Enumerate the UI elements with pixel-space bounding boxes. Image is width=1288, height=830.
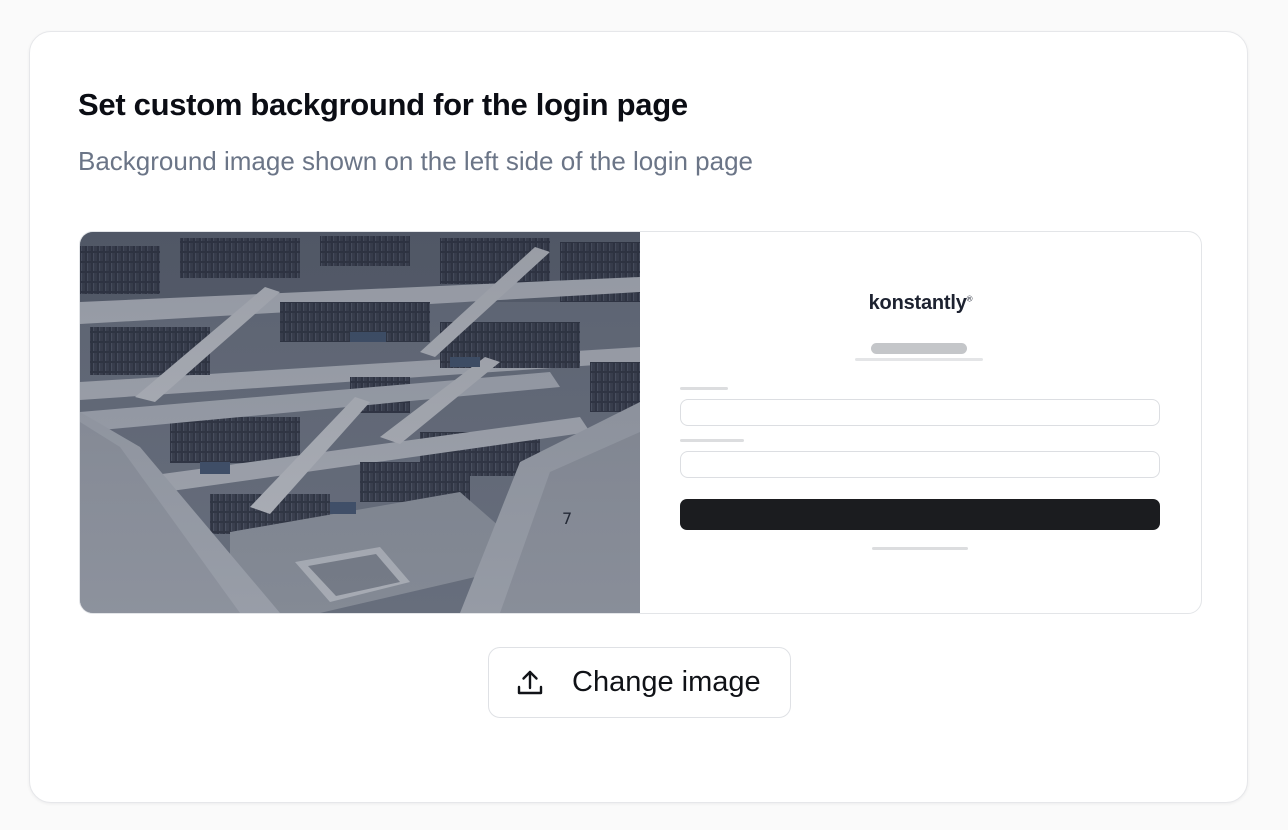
login-background-card: Set custom background for the login page…: [29, 31, 1248, 803]
login-form-mockup: konstantly®: [640, 232, 1201, 613]
heading-placeholder: [871, 343, 967, 354]
input-placeholder: [680, 451, 1160, 478]
background-image: 7: [80, 232, 640, 613]
submit-button-placeholder: [680, 499, 1160, 530]
subheading-placeholder: [855, 358, 983, 361]
upload-icon: [517, 670, 543, 694]
change-image-label: Change image: [572, 666, 761, 698]
login-page-preview: 7 konstantly®: [79, 231, 1202, 614]
field-label-placeholder: [680, 387, 728, 390]
change-image-button[interactable]: Change image: [488, 647, 791, 718]
link-placeholder: [872, 547, 968, 550]
input-placeholder: [680, 399, 1160, 426]
section-subtitle: Background image shown on the left side …: [78, 146, 754, 176]
section-title: Set custom background for the login page: [78, 87, 688, 122]
brand-logo: konstantly®: [868, 292, 973, 314]
field-label-placeholder: [680, 439, 744, 442]
